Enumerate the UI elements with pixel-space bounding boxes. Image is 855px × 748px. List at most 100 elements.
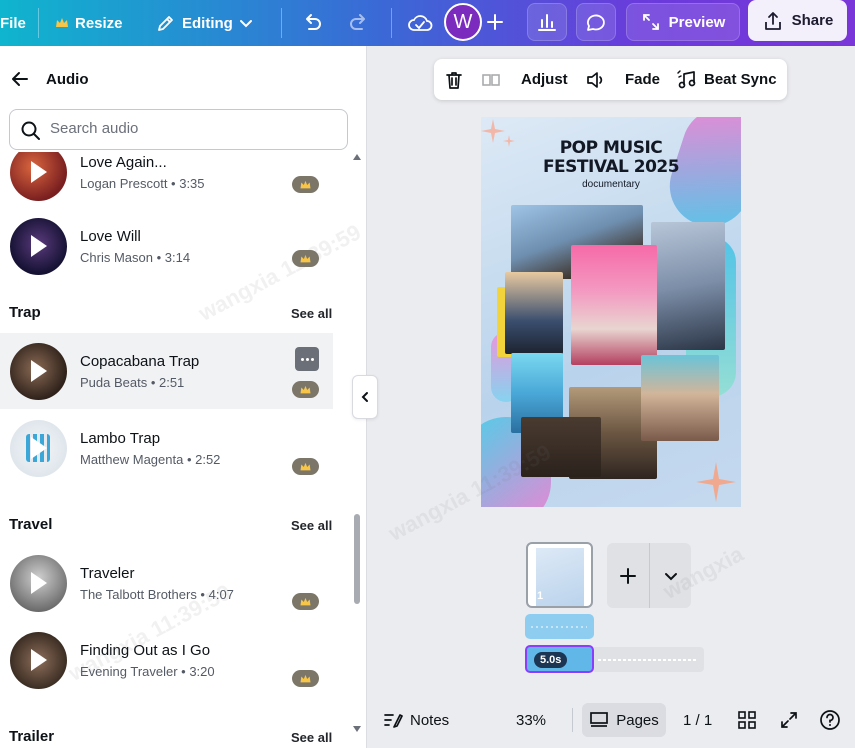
invite-button[interactable]: [476, 3, 514, 41]
list-item[interactable]: Lambo Trap Matthew Magenta • 2:52: [0, 410, 333, 486]
scroll-up-arrow[interactable]: [353, 154, 361, 160]
audio-track-extension[interactable]: [594, 647, 704, 672]
pages-button[interactable]: Pages: [582, 703, 666, 737]
premium-badge: [292, 381, 319, 398]
editing-label: Editing: [182, 14, 233, 32]
photo-performer-jacket[interactable]: [505, 272, 563, 354]
fullscreen-button[interactable]: [779, 700, 799, 740]
design-title[interactable]: POP MUSIC FESTIVAL 2025: [481, 139, 741, 177]
divider: [281, 8, 282, 38]
redo-button[interactable]: [347, 0, 371, 46]
fullscreen-icon: [781, 712, 797, 728]
track-meta: Puda Beats • 2:51: [80, 375, 185, 390]
zoom-level[interactable]: 33%: [516, 700, 546, 740]
preview-label: Preview: [668, 13, 726, 31]
play-icon[interactable]: [31, 437, 47, 459]
list-item[interactable]: Love Again... Logan Prescott • 3:35: [0, 152, 333, 210]
audio-track-selected[interactable]: 5.0s: [525, 645, 594, 673]
design-subtitle[interactable]: documentary: [481, 179, 741, 190]
chevron-down-icon: [239, 20, 252, 28]
photo-woman-smiling[interactable]: [641, 355, 719, 441]
adjust-label: Adjust: [521, 71, 568, 88]
plus-icon: [620, 567, 636, 584]
track-meta: The Talbott Brothers • 4:07: [80, 587, 234, 602]
audio-context-toolbar: Adjust Fade Beat Sync: [434, 59, 787, 100]
page-options-button[interactable]: [650, 543, 691, 608]
save-status-button[interactable]: [407, 0, 433, 46]
grid-icon: [738, 711, 756, 729]
insights-button[interactable]: [527, 3, 567, 41]
design-title-line2: FESTIVAL 2025: [542, 157, 680, 177]
list-item[interactable]: Traveler The Talbott Brothers • 4:07: [0, 545, 333, 621]
adjust-button[interactable]: Adjust: [521, 59, 568, 100]
notes-label: Notes: [410, 711, 450, 729]
scrollbar-thumb[interactable]: [354, 514, 360, 604]
play-icon[interactable]: [31, 572, 47, 594]
play-icon[interactable]: [31, 649, 47, 671]
help-button[interactable]: [819, 700, 841, 740]
play-icon[interactable]: [31, 360, 47, 382]
play-icon[interactable]: [31, 235, 47, 257]
divider: [38, 8, 39, 38]
track-title: Love Again...: [80, 154, 167, 171]
photo-audience[interactable]: [521, 417, 601, 477]
audio-list: Love Again... Logan Prescott • 3:35 Love…: [0, 152, 350, 748]
page-thumbnail[interactable]: 1: [526, 542, 593, 608]
file-menu[interactable]: File: [0, 0, 26, 46]
panel-scrollbar[interactable]: [351, 146, 363, 744]
more-options-button[interactable]: [295, 347, 319, 371]
fade-button[interactable]: Fade: [625, 59, 660, 100]
crown-icon: [56, 18, 68, 27]
share-button[interactable]: Share: [748, 0, 847, 41]
audio-panel: Audio Love Again... Logan Prescott • 3:3…: [0, 46, 367, 748]
back-arrow-icon: [12, 72, 28, 86]
page-count[interactable]: 1 / 1: [683, 700, 712, 740]
expand-icon: [642, 14, 659, 30]
crown-icon: [300, 597, 311, 605]
speaker-icon: [587, 71, 603, 88]
see-all-trap-link[interactable]: See all: [291, 306, 332, 321]
sparkle-icon: [696, 462, 736, 502]
photo-pink-performer[interactable]: [571, 245, 657, 365]
delete-button[interactable]: [444, 59, 464, 100]
panel-title: Audio: [46, 71, 89, 88]
waveform-icon: [531, 626, 587, 628]
notes-button[interactable]: Notes: [383, 700, 449, 740]
search-input[interactable]: [50, 120, 340, 137]
design-canvas[interactable]: POP MUSIC FESTIVAL 2025 documentary: [481, 117, 741, 507]
beat-sync-button[interactable]: Beat Sync: [676, 59, 777, 100]
scroll-down-arrow[interactable]: [353, 726, 361, 732]
top-bar: File Resize Editing W Preview Share: [0, 0, 855, 46]
track-meta: Logan Prescott • 3:35: [80, 176, 205, 191]
comments-button[interactable]: [576, 3, 616, 41]
more-icon: [300, 357, 304, 361]
collapse-panel-button[interactable]: [352, 375, 378, 419]
list-item[interactable]: Copacabana Trap Puda Beats • 2:51: [0, 333, 333, 409]
more-icon: [305, 357, 309, 361]
back-button[interactable]: [10, 69, 30, 94]
see-all-travel-link[interactable]: See all: [291, 518, 332, 533]
editing-mode-button[interactable]: Editing: [156, 0, 253, 46]
track-title: Lambo Trap: [80, 430, 161, 447]
play-icon[interactable]: [31, 161, 47, 183]
audio-track-secondary[interactable]: [525, 614, 594, 639]
premium-badge: [292, 250, 319, 267]
resize-button[interactable]: Resize: [55, 0, 123, 46]
list-item[interactable]: Finding Out as I Go Evening Traveler • 3…: [0, 622, 333, 698]
photo-singer-mic[interactable]: [651, 222, 725, 350]
split-button[interactable]: [481, 59, 501, 100]
undo-button[interactable]: [300, 0, 324, 46]
add-page-button[interactable]: [607, 543, 649, 608]
premium-badge: [292, 176, 319, 193]
beat-sync-icon: [677, 69, 696, 88]
crown-icon: [300, 254, 311, 262]
list-item[interactable]: Love Will Chris Mason • 3:14: [0, 208, 333, 284]
flip-icon: [482, 73, 500, 86]
preview-button[interactable]: Preview: [626, 3, 740, 41]
see-all-trailer-link[interactable]: See all: [291, 730, 332, 745]
grid-view-button[interactable]: [737, 700, 757, 740]
add-page-group: [607, 543, 691, 608]
volume-button[interactable]: [585, 59, 607, 100]
waveform-icon: [598, 659, 698, 661]
fade-label: Fade: [625, 71, 661, 88]
